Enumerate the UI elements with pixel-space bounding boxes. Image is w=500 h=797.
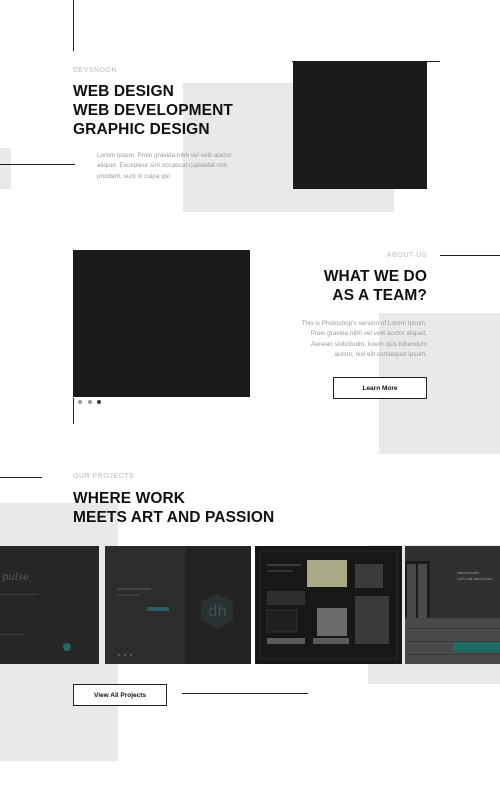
service-web-design: WEB DESIGN	[73, 83, 174, 100]
slider-vertical-line	[73, 398, 74, 424]
about-description: This is Photoshop's version of Lorem Ips…	[260, 319, 427, 361]
slider-dots	[78, 400, 108, 406]
svg-text:pulse: pulse	[2, 572, 29, 583]
project-4-preview-art	[405, 546, 500, 664]
slider-dot-active[interactable]	[97, 400, 101, 404]
hero-left-line	[0, 164, 75, 165]
top-vertical-line	[73, 0, 74, 51]
project-2-preview-art: dh	[117, 546, 251, 664]
hero-description: Lorem ipsum. Proin gravida nibh vel veli…	[97, 151, 257, 182]
about-description-line: auctor, nisi elit consequat ipsum,	[334, 351, 427, 359]
learn-more-button[interactable]: Learn More	[333, 377, 427, 399]
project-thumbnail-3[interactable]	[255, 546, 402, 664]
projects-left-line	[0, 477, 42, 478]
projects-title-line: MEETS ART AND PASSION	[73, 509, 275, 526]
about-eyebrow: ABOUT US	[386, 252, 427, 259]
hero-description-line: Lorem ipsum. Proin gravida nibh vel veli…	[97, 152, 232, 159]
project-thumbnail-1[interactable]: pulse	[0, 546, 99, 664]
about-title: WHAT WE DO AS A TEAM?	[260, 267, 427, 305]
project-thumbnail-4[interactable]: interior/build Let's talk about your	[405, 546, 500, 664]
project-thumbnail-2[interactable]: dh	[105, 546, 251, 664]
slider-dot[interactable]	[88, 400, 92, 404]
view-all-line	[182, 693, 308, 694]
project-4-title: interior/build	[457, 570, 479, 575]
slider-dot[interactable]	[78, 400, 82, 404]
project-1-preview-art: pulse	[0, 572, 71, 651]
svg-text:dh: dh	[208, 602, 227, 620]
about-title-line: AS A TEAM?	[332, 287, 427, 304]
view-all-projects-button[interactable]: View All Projects	[73, 684, 167, 706]
hero-description-line: aliquet. Excepteur sint occaecat cupidat…	[97, 162, 228, 170]
project-4-subtitle: Let's talk about your	[457, 576, 493, 581]
service-web-development: WEB DEVELOPMENT	[73, 102, 233, 119]
about-slider-image	[73, 250, 250, 397]
hero-image	[293, 61, 427, 189]
about-description-line: Aenean sollicitudin, lorem quis bibendum	[310, 340, 427, 348]
hero-eyebrow: DEVSNOOK	[73, 67, 118, 74]
projects-title: WHERE WORK MEETS ART AND PASSION	[73, 489, 274, 527]
hero-description-line: proident, sunt in culpa qui	[97, 172, 170, 180]
projects-eyebrow: OUR PROJECTS	[73, 473, 135, 480]
about-description-line: Proin gravida nibh vel velit auctor aliq…	[310, 330, 427, 338]
about-right-line	[440, 255, 500, 256]
about-description-line: This is Photoshop's version of Lorem Ips…	[301, 320, 427, 327]
projects-title-line: WHERE WORK	[73, 490, 186, 507]
hero-left-edge-block	[0, 148, 11, 189]
project-3-preview-art	[259, 550, 398, 660]
hero-services: WEB DESIGN WEB DEVELOPMENT GRAPHIC DESIG…	[73, 82, 233, 139]
service-graphic-design: GRAPHIC DESIGN	[73, 121, 210, 138]
about-title-line: WHAT WE DO	[323, 268, 427, 285]
